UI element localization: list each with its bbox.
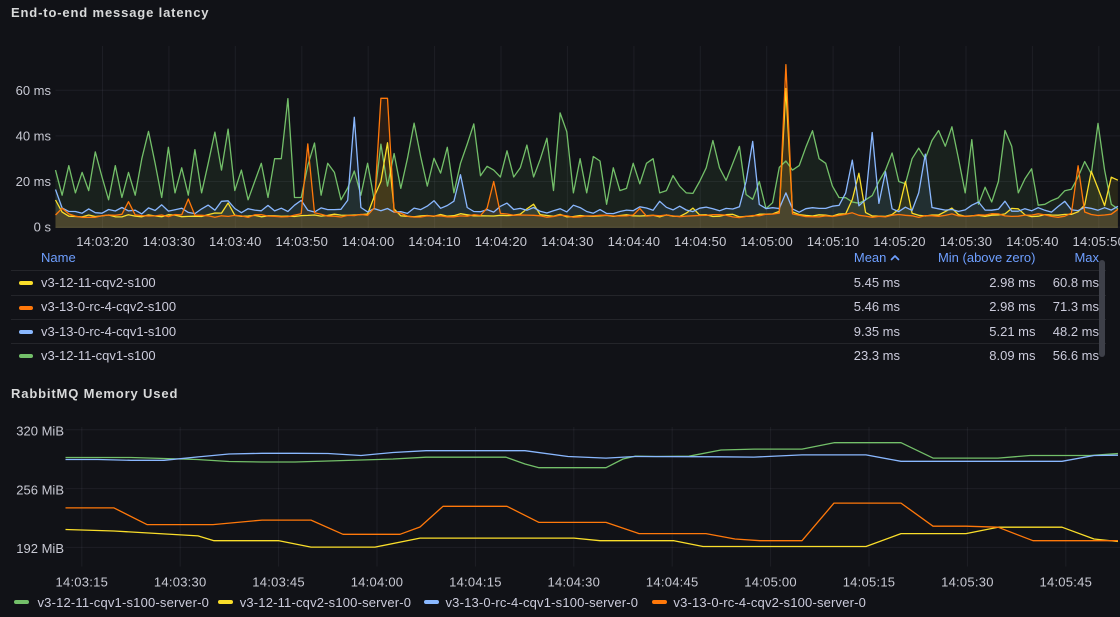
svg-text:14:04:20: 14:04:20 <box>475 234 528 249</box>
svg-text:14:04:00: 14:04:00 <box>351 574 404 589</box>
svg-text:320 MiB: 320 MiB <box>16 424 64 439</box>
svg-text:14:03:40: 14:03:40 <box>209 234 262 249</box>
svg-text:14:03:50: 14:03:50 <box>275 234 328 249</box>
svg-text:14:05:20: 14:05:20 <box>873 234 926 249</box>
svg-text:20 ms: 20 ms <box>16 174 52 189</box>
svg-text:14:04:45: 14:04:45 <box>646 574 699 589</box>
svg-text:14:05:00: 14:05:00 <box>740 234 793 249</box>
svg-text:40 ms: 40 ms <box>16 129 52 144</box>
svg-text:14:05:45: 14:05:45 <box>1039 574 1092 589</box>
svg-text:14:03:15: 14:03:15 <box>55 574 108 589</box>
svg-text:14:05:40: 14:05:40 <box>1006 234 1059 249</box>
svg-text:14:03:45: 14:03:45 <box>252 574 305 589</box>
svg-text:14:04:00: 14:04:00 <box>342 234 395 249</box>
svg-text:14:04:30: 14:04:30 <box>541 234 594 249</box>
svg-text:14:04:30: 14:04:30 <box>547 574 600 589</box>
svg-text:14:05:30: 14:05:30 <box>940 234 993 249</box>
svg-text:256 MiB: 256 MiB <box>16 482 64 497</box>
svg-text:14:05:30: 14:05:30 <box>941 574 994 589</box>
svg-text:14:03:30: 14:03:30 <box>143 234 196 249</box>
svg-text:14:04:50: 14:04:50 <box>674 234 727 249</box>
svg-text:14:05:15: 14:05:15 <box>843 574 896 589</box>
svg-text:192 MiB: 192 MiB <box>16 541 64 556</box>
svg-text:14:05:00: 14:05:00 <box>744 574 797 589</box>
svg-text:14:03:30: 14:03:30 <box>154 574 207 589</box>
svg-text:14:04:15: 14:04:15 <box>449 574 502 589</box>
svg-text:14:04:10: 14:04:10 <box>408 234 461 249</box>
svg-text:14:05:50: 14:05:50 <box>1072 234 1120 249</box>
svg-text:60 ms: 60 ms <box>16 83 52 98</box>
svg-text:0 s: 0 s <box>34 220 52 235</box>
svg-text:14:03:20: 14:03:20 <box>76 234 129 249</box>
svg-text:14:04:40: 14:04:40 <box>608 234 661 249</box>
svg-text:14:05:10: 14:05:10 <box>807 234 860 249</box>
